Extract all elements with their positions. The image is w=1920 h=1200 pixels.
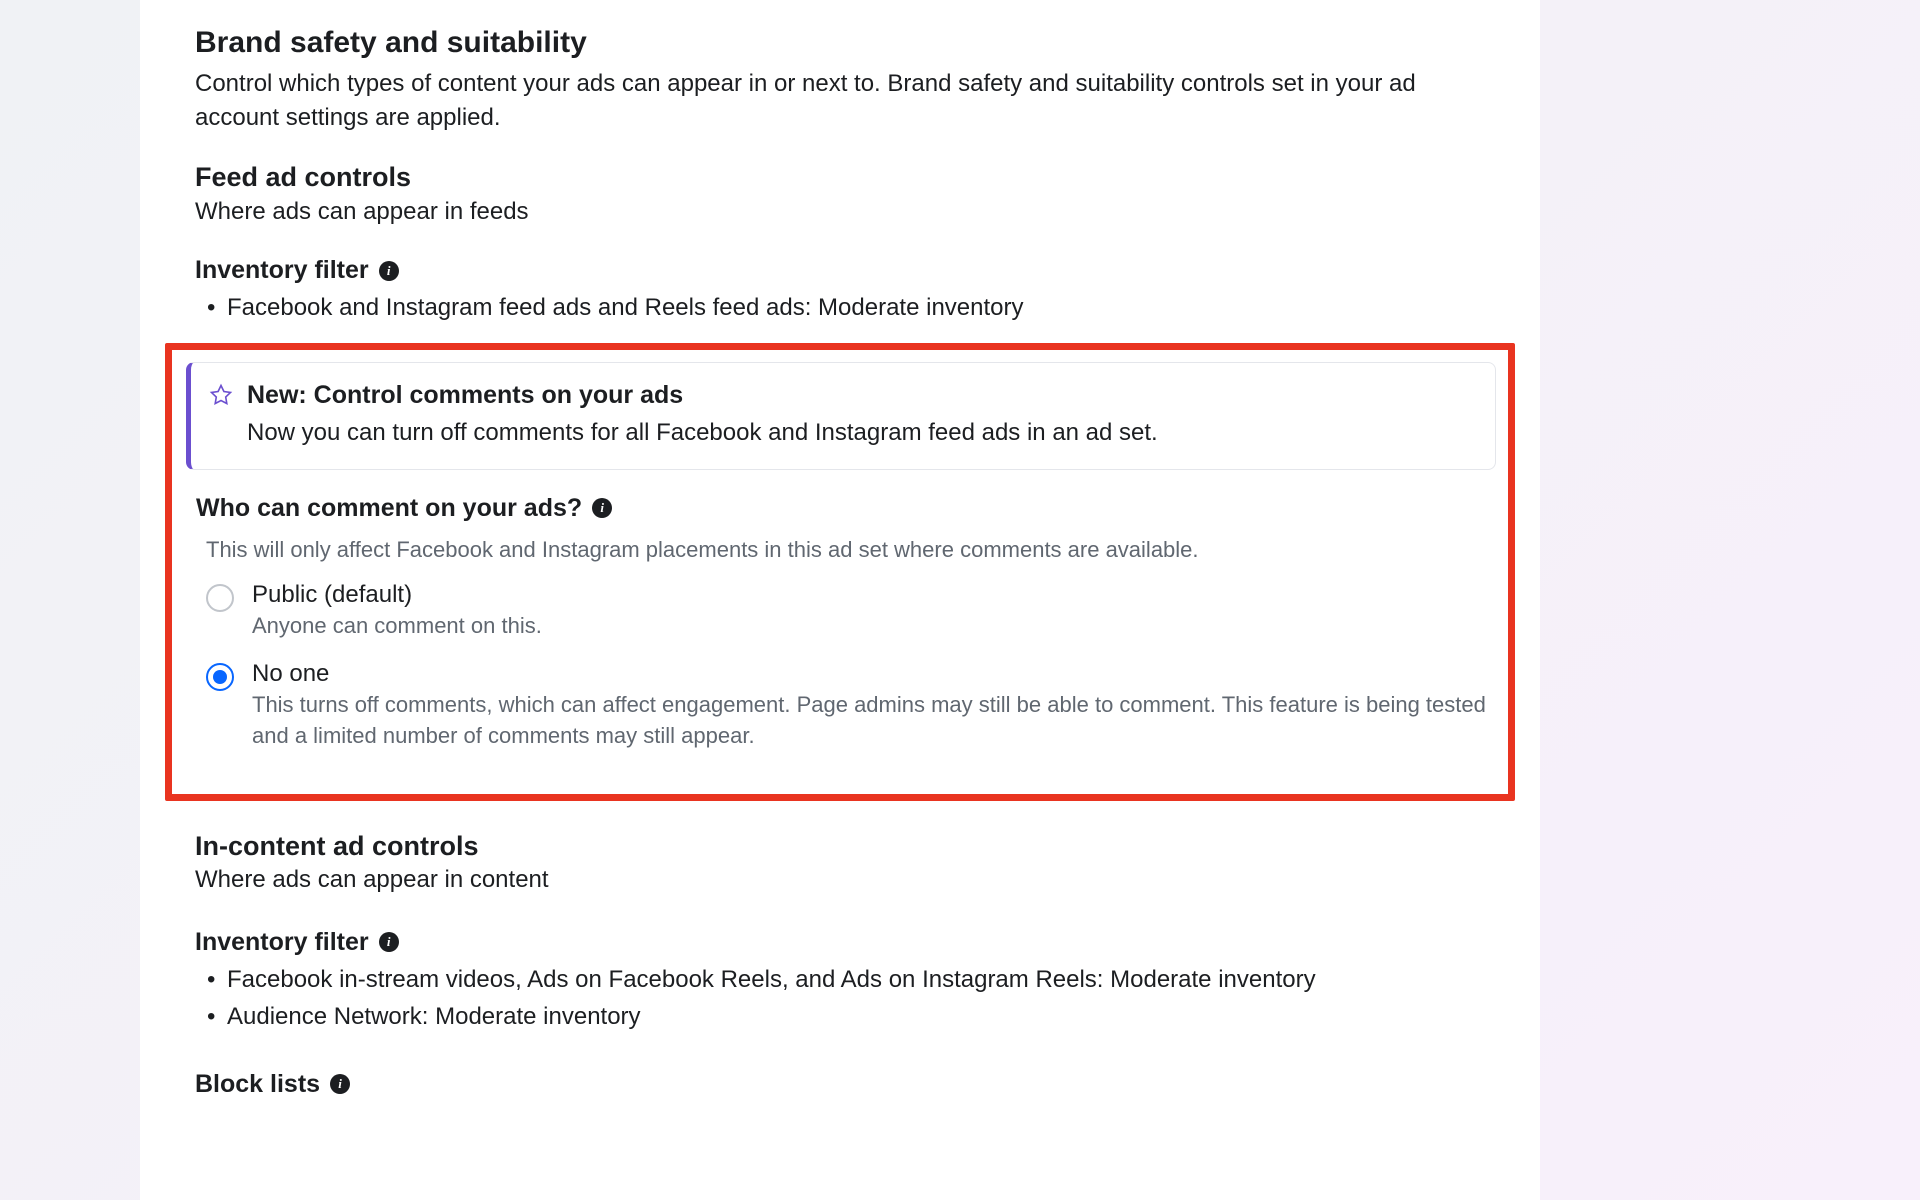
star-icon [209,383,233,407]
callout-title: New: Control comments on your ads [247,381,1158,410]
in-content-heading: In-content ad controls [195,831,1485,862]
info-icon[interactable]: i [379,261,399,281]
new-feature-callout: New: Control comments on your ads Now yo… [186,362,1496,470]
comment-control-heading: Who can comment on your ads? [196,494,582,523]
highlighted-section: New: Control comments on your ads Now yo… [165,343,1515,801]
feed-controls-description: Where ads can appear in feeds [195,198,1485,226]
radio-description: This turns off comments, which can affec… [252,690,1496,752]
settings-panel: Brand safety and suitability Control whi… [140,0,1540,1200]
radio-label: Public (default) [252,581,542,609]
comment-control-note: This will only affect Facebook and Insta… [186,535,1496,566]
inventory-filter-label: Inventory filter [195,256,369,285]
radio-option-public[interactable]: Public (default) Anyone can comment on t… [206,581,1496,642]
in-content-description: Where ads can appear in content [195,866,1485,894]
brand-safety-heading: Brand safety and suitability [195,25,1485,61]
list-item: Facebook in-stream videos, Ads on Facebo… [217,963,1485,997]
list-item: Facebook and Instagram feed ads and Reel… [217,291,1485,325]
list-item: Audience Network: Moderate inventory [217,1000,1485,1034]
block-lists-label: Block lists [195,1070,320,1099]
inventory-filter-label-2: Inventory filter [195,928,369,957]
info-icon[interactable]: i [379,932,399,952]
brand-safety-description: Control which types of content your ads … [195,67,1485,134]
radio-option-noone[interactable]: No one This turns off comments, which ca… [206,660,1496,752]
callout-description: Now you can turn off comments for all Fa… [247,416,1158,451]
inventory-filter-list-2: Facebook in-stream videos, Ads on Facebo… [217,963,1485,1034]
inventory-filter-list: Facebook and Instagram feed ads and Reel… [217,291,1485,325]
radio-label: No one [252,660,1496,688]
radio-checked-icon[interactable] [206,663,234,691]
comment-radio-group: Public (default) Anyone can comment on t… [186,581,1496,751]
info-icon[interactable]: i [330,1074,350,1094]
radio-unchecked-icon[interactable] [206,584,234,612]
radio-description: Anyone can comment on this. [252,611,542,642]
feed-controls-heading: Feed ad controls [195,162,1485,193]
info-icon[interactable]: i [592,498,612,518]
